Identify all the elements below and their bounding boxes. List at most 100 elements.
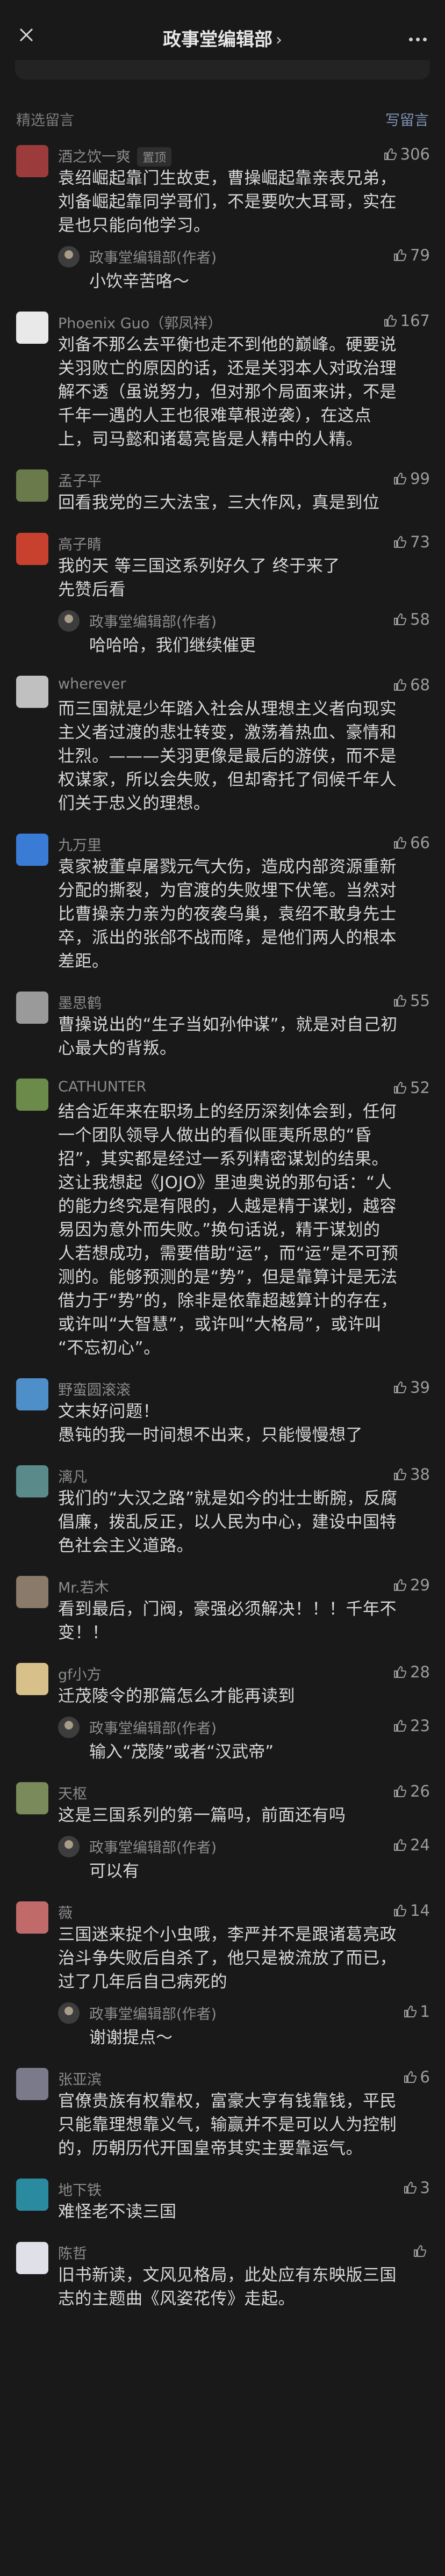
thumbs-up-icon — [404, 2071, 417, 2083]
avatar[interactable] — [16, 1901, 48, 1934]
comment-text-line: 这让我想起《JOJO》里迪奥说的那句话：“人 — [58, 1173, 392, 1192]
avatar[interactable] — [16, 676, 48, 708]
like-button[interactable]: 73 — [393, 533, 430, 551]
like-button[interactable]: 99 — [393, 469, 430, 488]
like-button[interactable]: 39 — [393, 1378, 430, 1396]
comment-text-line: 权谋家，所以会失败，但却寄托了伺候千年人 — [58, 770, 397, 790]
avatar[interactable] — [16, 834, 48, 866]
reply-like-button[interactable]: 24 — [393, 1836, 430, 1854]
like-button[interactable]: 38 — [393, 1465, 430, 1484]
avatar-image — [16, 1079, 48, 1111]
like-button[interactable]: 52 — [393, 1079, 430, 1097]
comment-text-line: 袁家被董卓屠戮元气大伤，造成内部资源重新 — [58, 857, 397, 877]
like-button[interactable]: 28 — [393, 1663, 430, 1681]
like-button[interactable]: 14 — [393, 1901, 430, 1920]
like-button[interactable] — [413, 2242, 430, 2260]
reply-like-button[interactable]: 23 — [393, 1717, 430, 1735]
like-button[interactable]: 29 — [393, 1576, 430, 1594]
avatar[interactable] — [16, 1576, 48, 1608]
like-button[interactable]: 66 — [393, 834, 430, 852]
avatar-image — [16, 1465, 48, 1497]
avatar[interactable] — [16, 312, 48, 344]
thumbs-up-icon — [394, 249, 407, 261]
reply-like-button[interactable]: 58 — [393, 610, 430, 628]
avatar-image — [16, 312, 48, 344]
avatar[interactable] — [16, 145, 48, 177]
thumbs-up-icon — [394, 1905, 407, 1916]
comment-item: 天枢 26 这是三国系列的第一篇吗，前面还有吗 政事堂编辑部(作者) 24 可以有 — [0, 1771, 445, 1891]
comment-text-line: 千年一遇的人王也很难草根逆袭），在这点 — [58, 406, 371, 425]
commenter-name: 张亚滨 — [58, 2072, 102, 2088]
comment-text-line: 志的主题曲《风姿花传》走起。 — [58, 2289, 295, 2309]
thumbs-up-icon — [394, 1720, 407, 1732]
commenter-name: Phoenix Guo（郭凤祥） — [58, 315, 223, 332]
comment-meta: CATHUNTER 52 — [58, 1079, 430, 1100]
avatar[interactable] — [16, 2242, 48, 2274]
avatar[interactable] — [16, 992, 48, 1024]
comment-meta: Phoenix Guo（郭凤祥） 167 — [58, 312, 430, 333]
reply-like-count: 23 — [410, 1717, 430, 1735]
comment-text-line: 而三国就是少年踏入社会从理想主义者向现实 — [58, 699, 397, 719]
comment-text-line: 的能力终究是有限的，人越是精于谋划，越容 — [58, 1197, 397, 1216]
avatar[interactable] — [16, 1782, 48, 1814]
reply-text: 哈哈哈，我们继续催更 — [89, 636, 256, 655]
like-button[interactable]: 55 — [393, 992, 430, 1010]
avatar[interactable] — [16, 533, 48, 565]
like-button[interactable]: 68 — [393, 676, 430, 694]
author-reply: 政事堂编辑部(作者) 24 可以有 — [58, 1836, 430, 1883]
like-count: 26 — [410, 1782, 430, 1800]
avatar[interactable] — [16, 2068, 48, 2100]
like-button[interactable]: 6 — [403, 2068, 430, 2086]
comment-meta: 高子睛 73 — [58, 533, 430, 554]
commenter-name: 天枢 — [58, 1786, 87, 1803]
like-button[interactable]: 26 — [393, 1782, 430, 1800]
commenter-name: 酒之饮一爽 — [58, 149, 131, 165]
page-title: 政事堂编辑部 — [163, 29, 272, 50]
avatar-image — [16, 1901, 48, 1934]
reply-like-button[interactable]: 79 — [393, 246, 430, 264]
like-button[interactable]: 167 — [383, 312, 430, 330]
thumbs-up-icon — [404, 2006, 417, 2017]
comment-meta: wherever 68 — [58, 676, 430, 697]
comments-header: 精选留言 写留言 — [0, 100, 445, 134]
commenter-name: 地下铁 — [58, 2182, 102, 2199]
reply-author-name: 政事堂编辑部(作者) — [89, 614, 217, 631]
commenter-name: 孟子平 — [58, 473, 102, 490]
comment-meta: 酒之饮一爽 置顶 306 — [58, 145, 430, 167]
avatar[interactable] — [16, 2179, 48, 2211]
comment-item: wherever 68 而三国就是少年踏入社会从理想主义者向现实 主义者过渡的悲壮转变… — [0, 665, 445, 823]
avatar[interactable] — [16, 1465, 48, 1497]
title-wrap[interactable]: 政事堂编辑部 › — [0, 25, 445, 51]
commenter-name: CATHUNTER — [58, 1079, 147, 1095]
like-count: 167 — [400, 312, 430, 330]
comment-text-line: 先赞后看 — [58, 580, 126, 599]
thumbs-up-icon — [384, 148, 397, 160]
reply-like-button[interactable]: 1 — [403, 2002, 430, 2021]
comment-text-line: “不忘初心”。 — [58, 1338, 161, 1358]
author-avatar — [58, 1836, 80, 1857]
comment-text-line: 关羽败亡的原因的话，还是关羽本人对政治理 — [58, 359, 397, 378]
like-button[interactable]: 3 — [403, 2179, 430, 2197]
commenter-name: 高子睛 — [58, 537, 102, 553]
comment-text-line: 人若想成功，需要借助“运”，而“运”是不可预 — [58, 1244, 399, 1263]
like-count: 14 — [410, 1901, 430, 1920]
like-count: 68 — [410, 676, 430, 694]
comment-text-line: 色社会主义道路。 — [58, 1536, 193, 1555]
like-button[interactable]: 306 — [383, 145, 430, 163]
comment-meta: 天枢 26 — [58, 1782, 430, 1804]
more-icon[interactable] — [406, 33, 427, 44]
avatar[interactable] — [16, 1663, 48, 1695]
avatar[interactable] — [16, 469, 48, 502]
comment-text-line: 差距。 — [58, 952, 109, 971]
comment-text-line: 三国迷来捉个小虫哦，李严并不是跟诸葛亮政 — [58, 1925, 397, 1944]
comment-item: 孟子平 99 回看我党的三大法宝，三大作风，真是到位 — [0, 459, 445, 522]
reply-meta: 政事堂编辑部(作者) 1 — [89, 2002, 430, 2024]
comment-text-line: 我们的“大汉之路”就是如今的壮士断腕，反腐 — [58, 1489, 398, 1508]
avatar[interactable] — [16, 1079, 48, 1111]
avatar[interactable] — [16, 1378, 48, 1410]
author-reply: 政事堂编辑部(作者) 58 哈哈哈，我们继续催更 — [58, 610, 430, 657]
comment-item: 漓凡 38 我们的“大汉之路”就是如今的壮士断腕，反腐 倡廉，拨乱反正，以人民为中心，… — [0, 1455, 445, 1565]
comment-text-line: 招”，其实都是经过一系列精密谋划的结果。 — [58, 1149, 389, 1169]
write-comment-button[interactable]: 写留言 — [385, 108, 429, 129]
comment-item: 野蛮圆滚滚 39 文末好问题！ 愚钝的我一时间想不出来，只能慢慢想了 — [0, 1367, 445, 1455]
